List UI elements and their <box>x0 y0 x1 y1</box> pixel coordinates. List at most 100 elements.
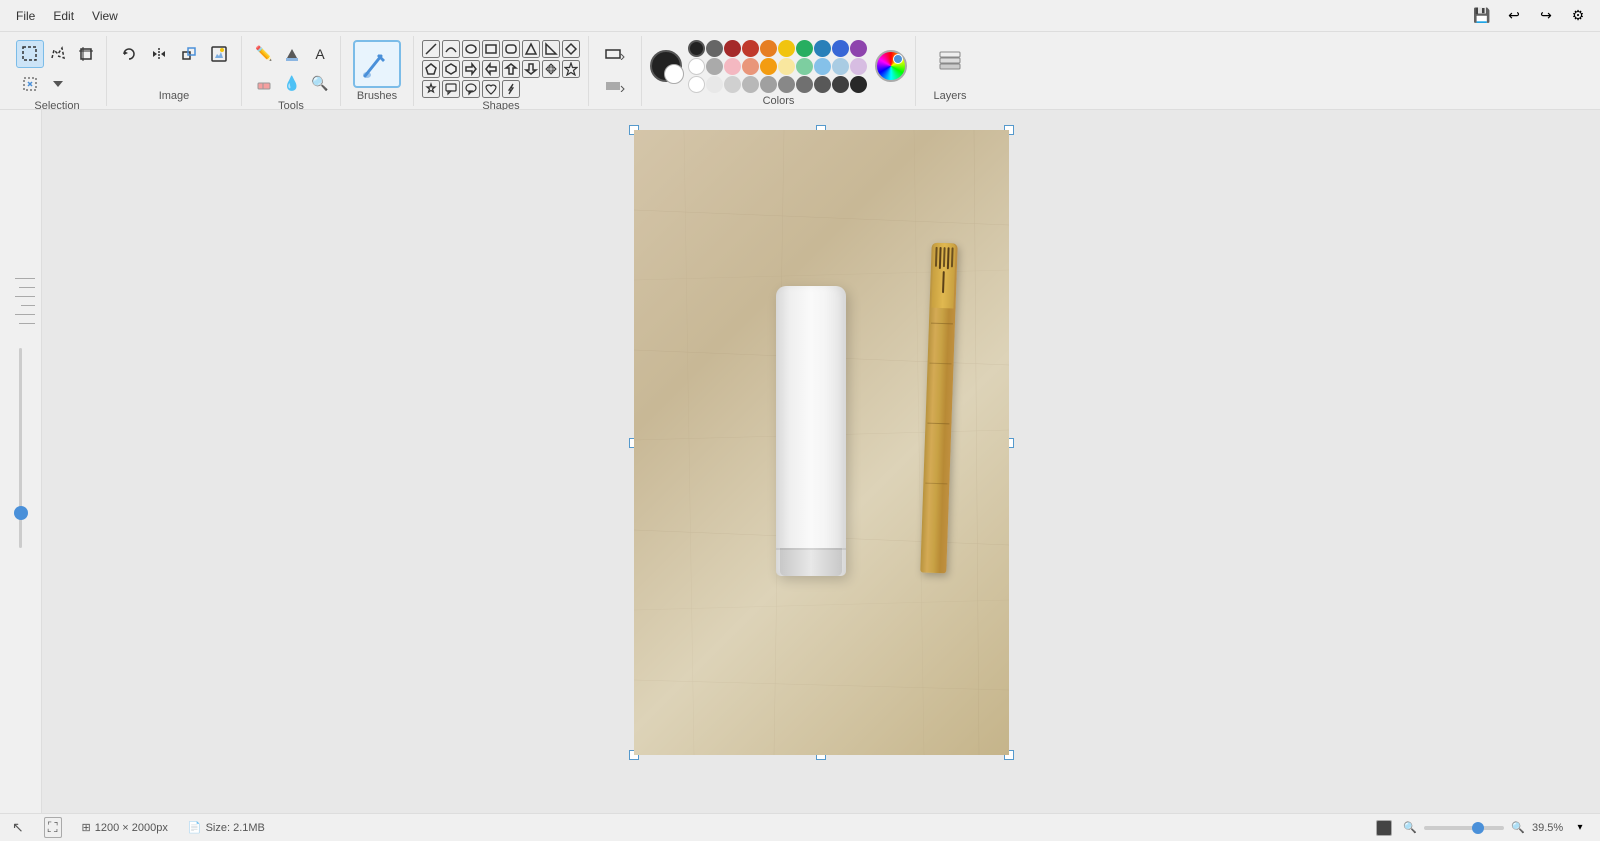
layers-button[interactable] <box>928 40 972 84</box>
color-row3-3[interactable] <box>724 76 741 93</box>
shape-callout-rect[interactable] <box>442 80 460 98</box>
canvas-viewport[interactable] <box>42 110 1600 813</box>
vertical-zoom-thumb[interactable] <box>14 506 28 520</box>
zoom-in-button[interactable]: 🔍 <box>1508 818 1528 838</box>
color-brown[interactable] <box>724 40 741 57</box>
color-row3-8[interactable] <box>814 76 831 93</box>
color-row3-2[interactable] <box>706 76 723 93</box>
toothbrush-object <box>926 243 964 668</box>
eraser-button[interactable] <box>250 70 278 98</box>
color-purple[interactable] <box>850 40 867 57</box>
shape-triangle[interactable] <box>522 40 540 58</box>
save-button[interactable]: 💾 <box>1468 2 1496 30</box>
color-amber[interactable] <box>760 58 777 75</box>
shapes-row2 <box>422 60 580 78</box>
color-orange[interactable] <box>760 40 777 57</box>
undo-button[interactable]: ↩ <box>1500 2 1528 30</box>
settings-button[interactable]: ⚙ <box>1564 2 1592 30</box>
zoom-level-text: 39.5% <box>1532 822 1568 834</box>
color-lightblue[interactable] <box>832 58 849 75</box>
image-section: Image <box>107 36 242 106</box>
edit-menu[interactable]: Edit <box>45 5 82 27</box>
color-dgray[interactable] <box>706 40 723 57</box>
color-picker-button[interactable] <box>875 50 907 82</box>
dimensions-icon: ⊞ <box>82 821 91 834</box>
color-indigo[interactable] <box>832 40 849 57</box>
image-import-button[interactable] <box>205 40 233 68</box>
fill-dropdown[interactable] <box>595 72 635 100</box>
select-free-button[interactable] <box>44 40 72 68</box>
tools-grid: ✏️ A 💧 🔍 <box>250 40 332 98</box>
outline-dropdown[interactable] <box>595 40 635 68</box>
cursor-tool-status[interactable]: ↖ <box>12 819 24 836</box>
color-cream[interactable] <box>778 58 795 75</box>
shape-downarrow[interactable] <box>522 60 540 78</box>
color-pink-light[interactable] <box>724 58 741 75</box>
shape-oval[interactable] <box>462 40 480 58</box>
colors-label: Colors <box>763 95 795 107</box>
color-lavender[interactable] <box>850 58 867 75</box>
shape-6star[interactable] <box>422 80 440 98</box>
color-row3-1[interactable] <box>688 76 705 93</box>
shape-pentagon[interactable] <box>422 60 440 78</box>
zoom-tool-button[interactable]: 🔍 <box>306 70 334 98</box>
brushes-section: Brushes <box>341 36 414 106</box>
color-salmon[interactable] <box>742 58 759 75</box>
shape-uparrow[interactable] <box>502 60 520 78</box>
shape-leftarrow[interactable] <box>482 60 500 78</box>
zoom-dropdown-button[interactable]: ▾ <box>1572 818 1588 838</box>
select-magic-button[interactable] <box>16 70 44 98</box>
select-rect-button[interactable] <box>16 40 44 68</box>
shape-lightning[interactable] <box>502 80 520 98</box>
shape-line[interactable] <box>422 40 440 58</box>
foreground-color[interactable] <box>650 50 682 82</box>
cursor-icon: ↖ <box>12 819 24 836</box>
shape-diamond[interactable] <box>562 40 580 58</box>
color-white[interactable] <box>688 58 705 75</box>
color-blue[interactable] <box>814 40 831 57</box>
color-black[interactable] <box>688 40 705 57</box>
text-button[interactable]: A <box>306 40 334 68</box>
color-red[interactable] <box>742 40 759 57</box>
zoom-out-button[interactable]: 🔍 <box>1400 818 1420 838</box>
shape-heart[interactable] <box>482 80 500 98</box>
color-mgray[interactable] <box>706 58 723 75</box>
pencil-button[interactable]: ✏️ <box>250 40 278 68</box>
color-row3-4[interactable] <box>742 76 759 93</box>
file-size-text: Size: 2.1MB <box>206 822 265 834</box>
redo-button[interactable]: ↪ <box>1532 2 1560 30</box>
tube-object <box>776 286 866 649</box>
brushes-main-button[interactable] <box>353 40 401 88</box>
shape-rightarrow[interactable] <box>462 60 480 78</box>
shape-rtriangle[interactable] <box>542 40 560 58</box>
color-row3-5[interactable] <box>760 76 777 93</box>
color-green[interactable] <box>796 40 813 57</box>
shape-rrect[interactable] <box>502 40 520 58</box>
color-yellow[interactable] <box>778 40 795 57</box>
color-skyblue[interactable] <box>814 58 831 75</box>
select-crop-button[interactable] <box>72 40 100 68</box>
shape-curve[interactable] <box>442 40 460 58</box>
color-row3-9[interactable] <box>832 76 849 93</box>
shape-4arrow[interactable] <box>542 60 560 78</box>
select-dropdown[interactable] <box>44 70 72 98</box>
shape-starburst[interactable] <box>562 60 580 78</box>
zoom-slider-thumb[interactable] <box>1472 822 1484 834</box>
resize-button[interactable] <box>175 40 203 68</box>
shape-callout-oval[interactable] <box>462 80 480 98</box>
color-pick-button[interactable]: 💧 <box>278 70 306 98</box>
fill-button[interactable] <box>278 40 306 68</box>
color-row3-6[interactable] <box>778 76 795 93</box>
flip-button[interactable] <box>145 40 173 68</box>
fit-to-window-button[interactable]: ⛶ <box>44 817 62 838</box>
rotate-button[interactable] <box>115 40 143 68</box>
view-menu[interactable]: View <box>84 5 126 27</box>
color-row3-10[interactable] <box>850 76 867 93</box>
shape-hexagon[interactable] <box>442 60 460 78</box>
color-mint[interactable] <box>796 58 813 75</box>
colors-section: Colors <box>642 36 916 106</box>
color-row3-7[interactable] <box>796 76 813 93</box>
file-menu[interactable]: File <box>8 5 43 27</box>
zoom-slider[interactable] <box>1424 826 1504 830</box>
shape-rect[interactable] <box>482 40 500 58</box>
